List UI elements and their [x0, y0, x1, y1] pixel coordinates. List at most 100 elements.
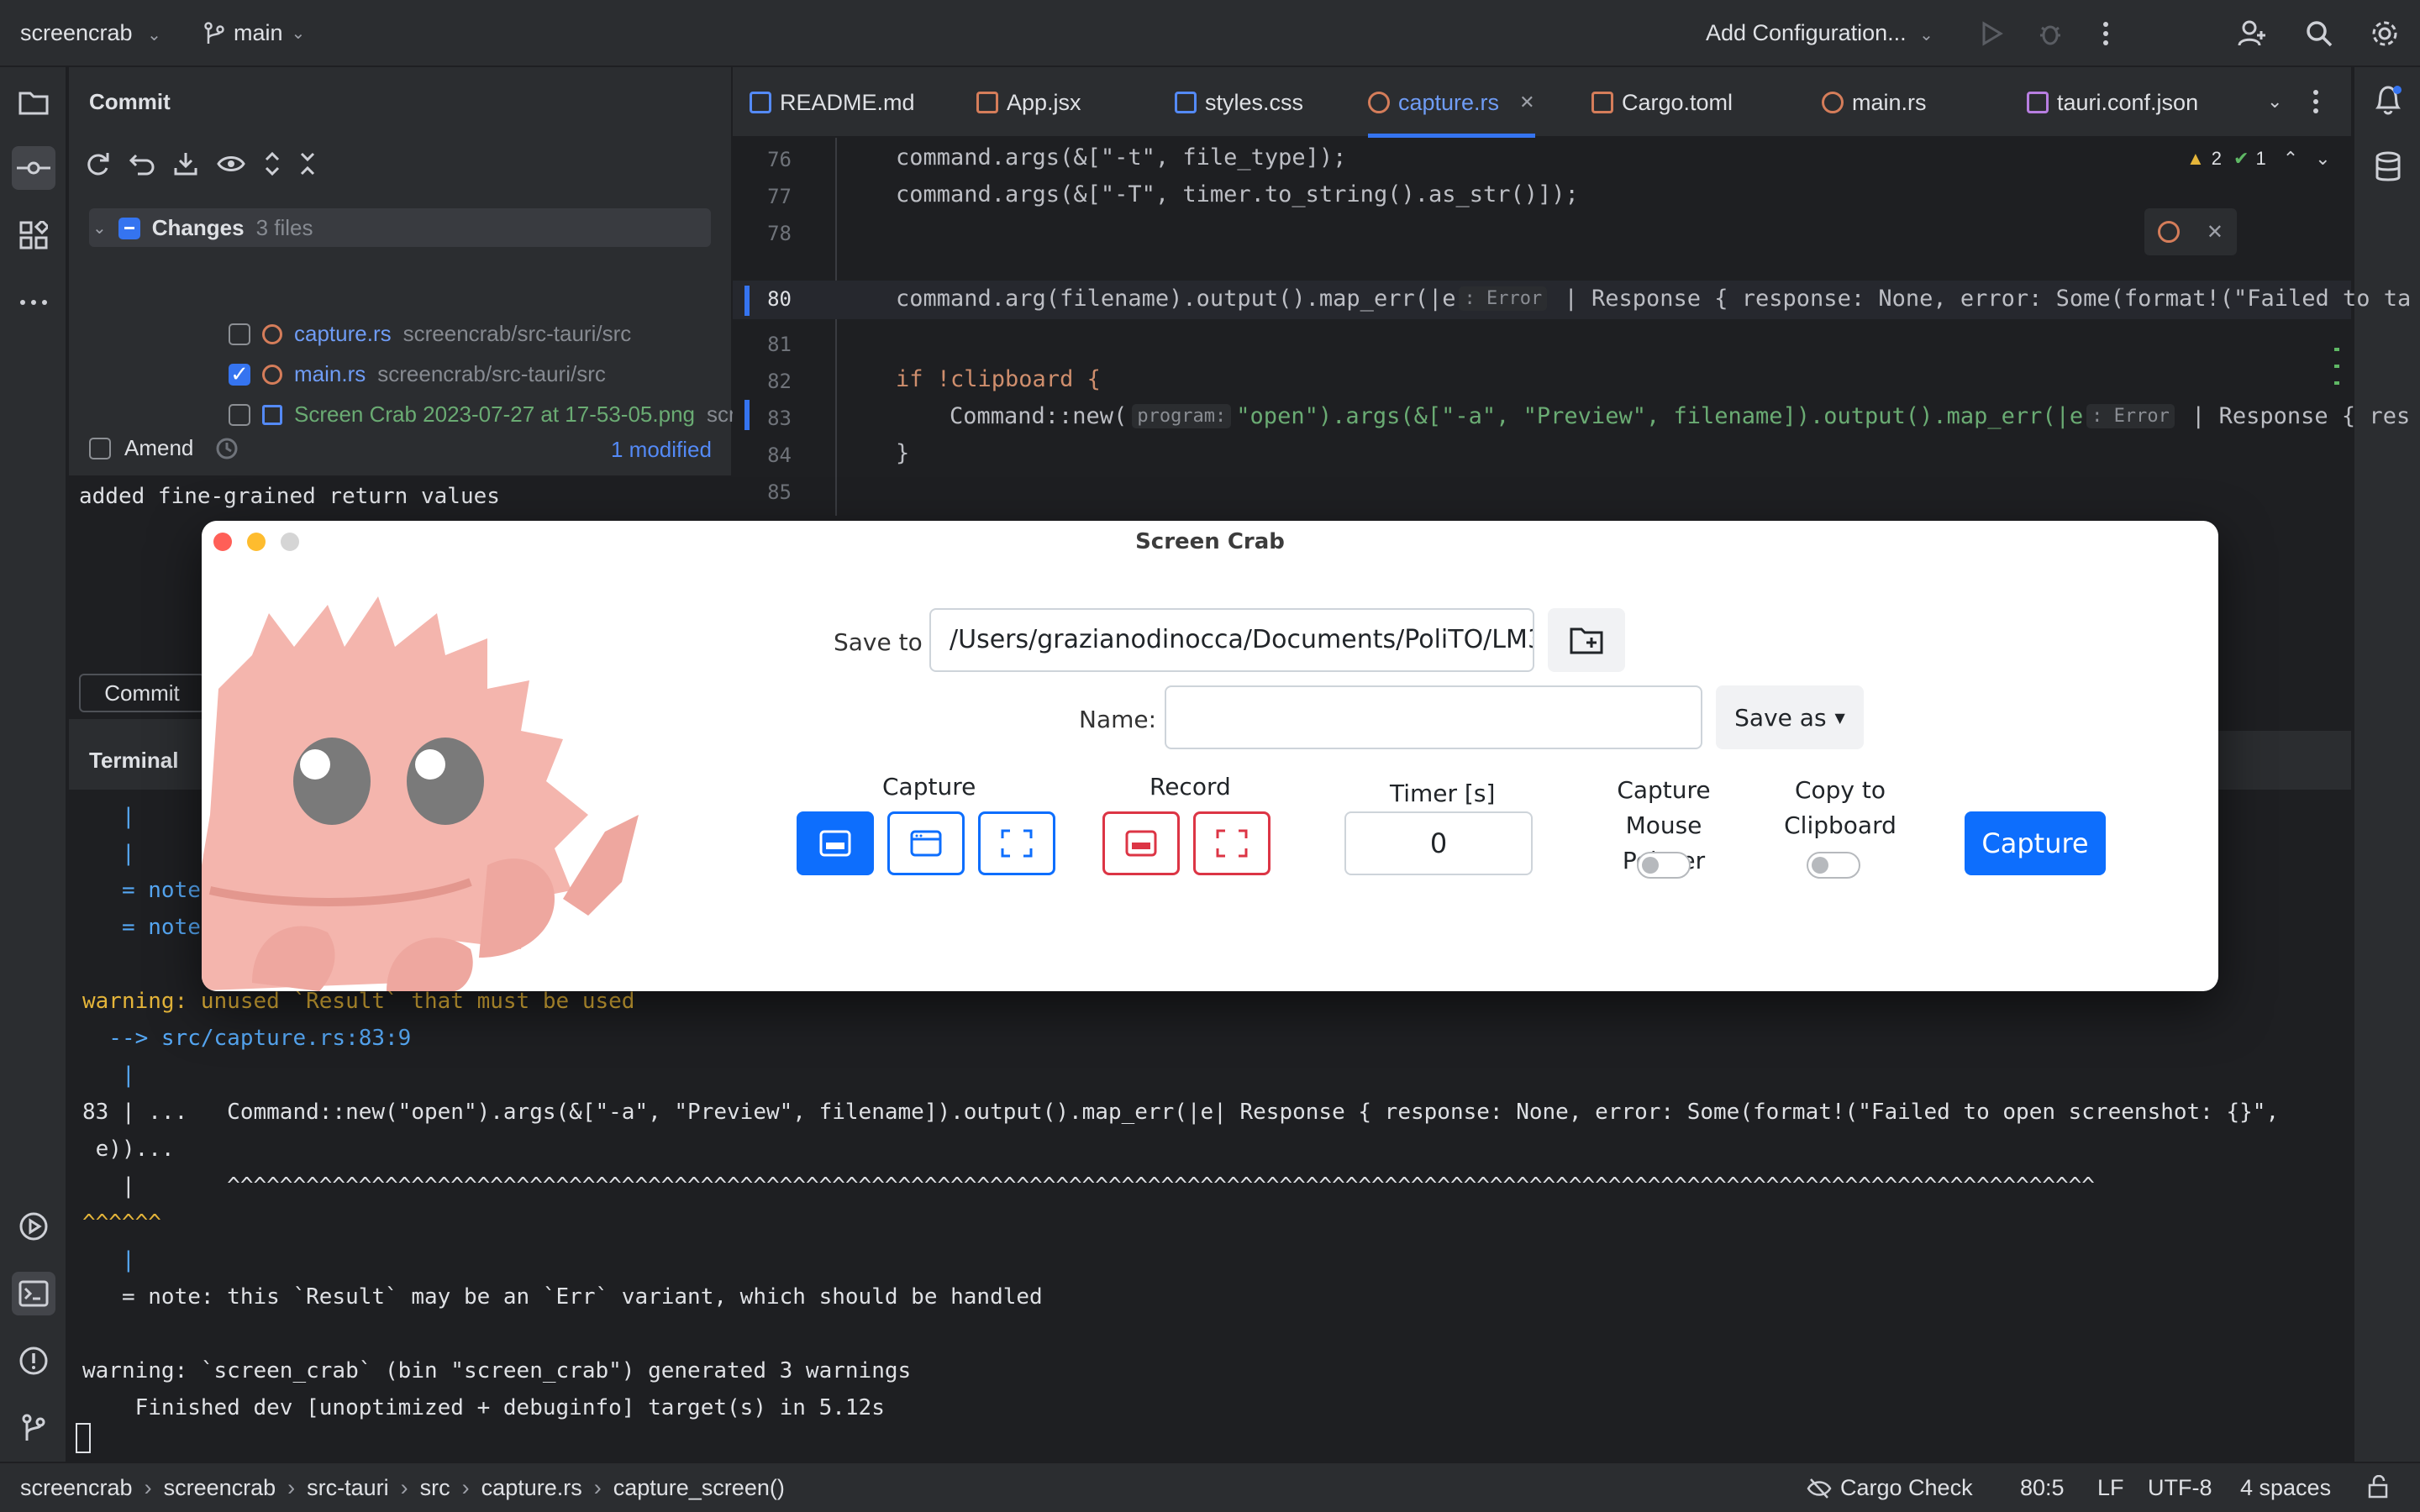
capture-button[interactable]: Capture [1965, 811, 2106, 875]
commit-button[interactable]: Commit [79, 674, 205, 712]
structure-icon[interactable] [12, 213, 55, 257]
chevron-down-icon: ⌄ [147, 26, 161, 45]
download-icon[interactable] [173, 151, 198, 176]
tab-cargo-toml[interactable]: Cargo.toml [1591, 67, 1733, 138]
cursor-position[interactable]: 80:5 [2020, 1475, 2065, 1501]
code-editor[interactable]: 76 77 78 80 81 82 83 84 85 command.args(… [733, 138, 2411, 516]
code-line-82[interactable]: if !clipboard { [896, 366, 1101, 392]
line-ending[interactable]: LF [2097, 1475, 2124, 1501]
terminal-line: = note: this `Result` may be an `Err` va… [82, 1284, 1043, 1310]
more-horizontal-icon[interactable] [12, 281, 55, 324]
commit-toolbar [84, 151, 316, 176]
record-selection-button[interactable] [1193, 811, 1270, 875]
record-screen-button[interactable] [1102, 811, 1180, 875]
expand-all-icon[interactable] [264, 151, 281, 176]
history-clock-icon[interactable] [215, 437, 239, 460]
run-icon[interactable] [1975, 17, 2008, 50]
run-configuration-selector[interactable]: Add Configuration... ⌄ [1706, 20, 1933, 46]
tab-readme-md[interactable]: README.md [750, 67, 915, 138]
save-as-dropdown[interactable]: Save as ▼ [1716, 685, 1864, 749]
changes-checkbox[interactable] [118, 217, 140, 239]
code-line-76[interactable]: command.args(&["-t", file_type]); [896, 144, 1346, 171]
chevron-down-icon[interactable]: ⌄ [2315, 148, 2330, 170]
copy-to-clipboard-label: Copy to Clipboard [1773, 773, 1907, 843]
modified-count-link[interactable]: 1 modified [611, 437, 712, 463]
git-icon[interactable] [12, 1406, 55, 1450]
breadcrumb-item[interactable]: screencrab [164, 1475, 276, 1501]
tab-label: README.md [780, 89, 915, 115]
notifications-bell-icon[interactable] [2373, 84, 2403, 116]
collapse-all-icon[interactable] [299, 151, 316, 176]
show-diff-eye-icon[interactable] [217, 154, 245, 174]
changes-group[interactable]: ⌄ Changes 3 files [92, 215, 313, 241]
choose-folder-button[interactable] [1548, 608, 1625, 672]
line-number: 81 [767, 333, 792, 356]
tab-list-chevron-icon[interactable]: ⌄ [2267, 91, 2282, 113]
amend-checkbox[interactable] [89, 437, 111, 459]
database-icon[interactable] [2375, 151, 2402, 183]
chevron-up-icon[interactable]: ⌃ [2283, 148, 2298, 170]
breadcrumb-item[interactable]: capture_screen() [613, 1475, 785, 1501]
tab-capture-rs[interactable]: capture.rs ✕ [1368, 67, 1535, 138]
tab-tauri-conf-json[interactable]: tauri.conf.json [2027, 67, 2198, 138]
code-line-80[interactable]: command.arg(filename).output().map_err(|… [896, 286, 2411, 312]
breadcrumb-item[interactable]: src [420, 1475, 450, 1501]
code-line-84[interactable]: } [896, 440, 909, 466]
chevron-down-icon: ⌄ [92, 219, 107, 238]
changed-file-row[interactable]: capture.rs screencrab/src-tauri/src [229, 321, 631, 347]
copy-to-clipboard-toggle[interactable] [1807, 852, 1860, 879]
branch-selector[interactable]: main ⌄ [203, 20, 305, 46]
jsx-icon [976, 92, 998, 113]
tab-app-jsx[interactable]: App.jsx [976, 67, 1081, 138]
file-checkbox[interactable] [229, 403, 250, 426]
tab-main-rs[interactable]: main.rs [1822, 67, 1927, 138]
breadcrumb-item[interactable]: capture.rs [481, 1475, 582, 1501]
capture-window-button[interactable] [887, 811, 965, 875]
timer-input[interactable]: 0 [1344, 811, 1533, 875]
problems-icon[interactable] [12, 1339, 55, 1383]
capture-window-fullscreen-button[interactable] [797, 811, 874, 875]
debug-icon[interactable] [2033, 17, 2067, 50]
terminal-line: | [82, 1247, 135, 1273]
cargo-check-widget[interactable]: Cargo Check [1807, 1475, 1973, 1501]
commit-message-text[interactable]: added fine-grained return values [79, 484, 500, 509]
amend-option[interactable]: Amend [89, 435, 239, 461]
code-line-77[interactable]: command.args(&["-T", timer.to_string().a… [896, 181, 1579, 207]
scroll-markers[interactable] [2334, 180, 2339, 516]
file-encoding[interactable]: UTF-8 [2148, 1475, 2212, 1501]
search-icon[interactable] [2302, 17, 2336, 50]
line-number: 83 [767, 407, 792, 430]
file-checkbox[interactable] [229, 323, 250, 345]
save-path-input[interactable]: /Users/grazianodinocca/Documents/PoliTO/… [929, 608, 1534, 672]
code-line-83[interactable]: Command::new( program: "open").args(&["-… [950, 403, 2410, 429]
close-icon[interactable]: ✕ [2207, 220, 2223, 244]
tab-styles-css[interactable]: styles.css [1175, 67, 1303, 138]
add-user-icon[interactable] [2235, 17, 2269, 50]
changed-file-row[interactable]: ✓ main.rs screencrab/src-tauri/src [229, 361, 606, 387]
breadcrumb-item[interactable]: src-tauri [307, 1475, 389, 1501]
file-name-input[interactable] [1165, 685, 1702, 749]
lock-icon[interactable] [2366, 1475, 2390, 1499]
capture-mouse-pointer-toggle[interactable] [1637, 852, 1691, 879]
project-selector[interactable]: screencrab ⌄ [20, 20, 161, 46]
settings-gear-icon[interactable] [2368, 17, 2402, 50]
more-vertical-icon[interactable] [2089, 17, 2123, 50]
terminal-tool-icon[interactable] [12, 1272, 55, 1315]
capture-selection-button[interactable] [978, 811, 1055, 875]
rollback-icon[interactable] [129, 152, 155, 176]
services-icon[interactable] [12, 1205, 55, 1248]
more-vertical-icon[interactable] [2312, 89, 2319, 114]
commit-tool-icon[interactable] [12, 146, 55, 190]
changed-file-row[interactable]: Screen Crab 2023-07-27 at 17-53-05.pngsc… [229, 402, 772, 428]
breadcrumb-item[interactable]: screencrab [20, 1475, 133, 1501]
terminal-tab[interactable]: Terminal [89, 748, 178, 774]
file-checkbox[interactable]: ✓ [229, 361, 250, 386]
check-icon: ✔ [2233, 148, 2249, 169]
css-icon [1175, 92, 1197, 113]
close-tab-icon[interactable]: ✕ [1519, 92, 1534, 113]
inspection-widget[interactable]: ▲ 2 ✔ 1 ⌃ ⌄ [2186, 148, 2331, 170]
json-icon [2027, 92, 2049, 113]
project-folder-icon[interactable] [12, 81, 55, 124]
refresh-icon[interactable] [84, 151, 111, 176]
indent-setting[interactable]: 4 spaces [2240, 1475, 2331, 1501]
